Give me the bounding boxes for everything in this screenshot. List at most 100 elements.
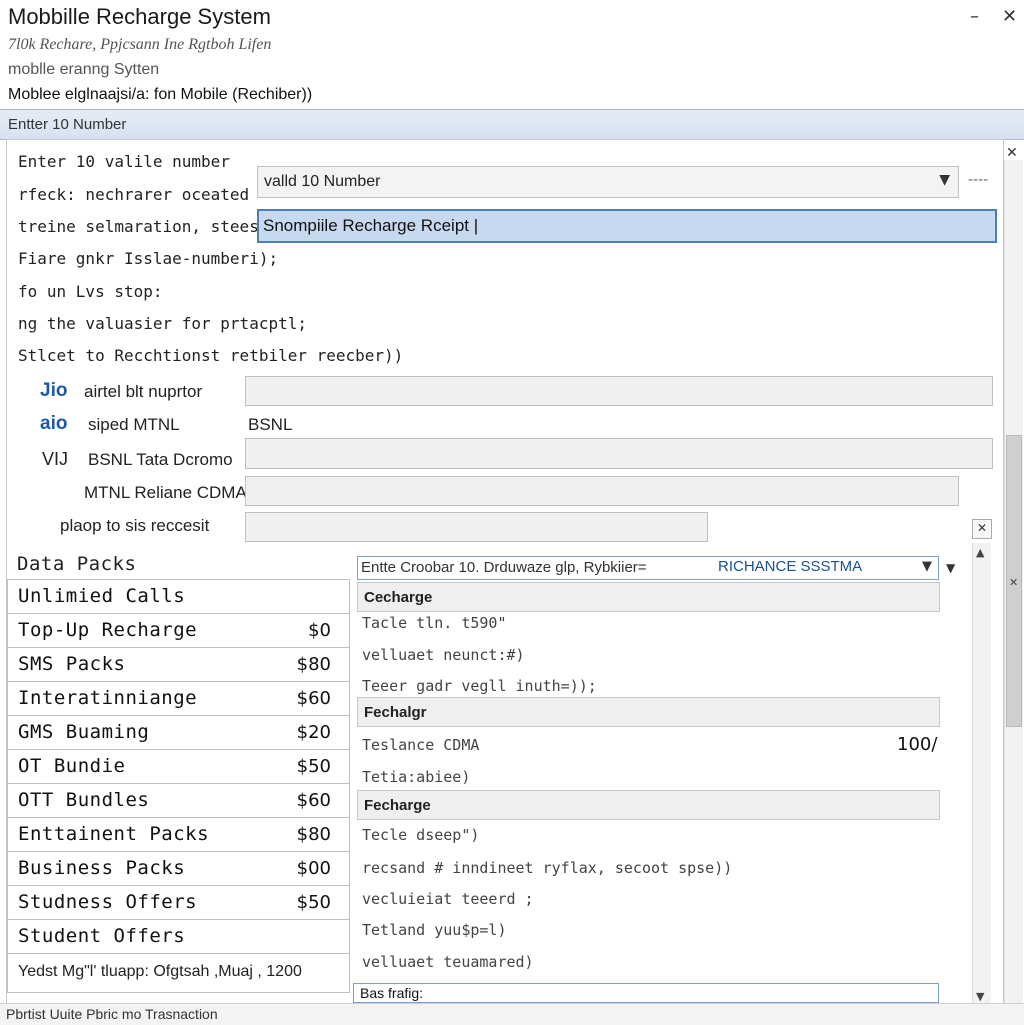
receipt-name-input[interactable]: Snompiile Recharge Rceipt | [257,209,997,243]
plan-name: Interatinniange [18,687,198,709]
header-line-2: moblle eranng Sytten [8,61,160,78]
receipt-bottom-label: Bas frafig: [360,985,424,1001]
plan-item[interactable]: OTT Bundles $60 [7,783,350,817]
receipt-section-title: Fechalgr [364,704,427,721]
receipt-line: Tetia:abiee) [362,768,471,786]
close-icon[interactable]: ✕ [1009,576,1018,589]
chevron-down-icon[interactable]: ▼ [946,561,955,575]
plan-footer-row: Yedst Mg"l' tluapp: Ofgtsah ,Muaj , 1200 [7,953,350,993]
receipt-name-value: Snompiile Recharge Rceipt | [263,216,479,235]
scroll-up-icon[interactable]: ▲ [976,546,984,559]
operator-label: MTNL Reliane CDMA [84,483,247,502]
receipt-search-field[interactable]: Entte Croobar 10. Drduwaze glp, Rybkiier… [357,556,939,580]
form-line: Enter 10 valile number [18,152,230,171]
receipt-line: vecluieiat teeerd ; [362,890,534,908]
plan-name: GMS Buaming [18,721,150,743]
plan-price: $60 [296,790,331,811]
operator-label: siped MTNL [88,415,180,434]
plan-price: $50 [296,892,331,913]
section-band: Entter 10 Number [0,109,1024,140]
plan-price: $60 [296,688,331,709]
receipt-search-accent: RICHANCE SSSTMA [718,558,863,575]
plan-price: $80 [296,654,331,675]
receipt-line: Teslance CDMA [362,736,480,754]
section-band-label: Entter 10 Number [8,116,127,133]
receipt-section-bar: Fecharge [357,790,940,820]
operator-brand-aio: aio [40,413,68,434]
plan-price: $00 [296,858,331,879]
receipt-section-title: Cecharge [364,589,433,606]
plan-item[interactable]: Unlimied Calls [7,579,350,613]
plans-heading: Data Packs [17,553,137,575]
operator-field[interactable] [245,476,959,506]
plan-item[interactable]: Student Offers [7,919,350,953]
form-line: rfeck: nechrarer oceated [18,185,250,204]
plan-item[interactable]: GMS Buaming $20 [7,715,350,749]
plan-name: Business Packs [18,857,186,879]
header-line-1: 7l0k Rechare, Ppjcsann Ine Rgtboh Lifen [8,36,272,53]
receipt-line: Tacle tln. t590" [362,614,507,632]
chevron-down-icon[interactable]: ▼ [922,559,932,574]
plan-item[interactable]: Business Packs $00 [7,851,350,885]
operator-field[interactable] [245,512,708,542]
plan-item[interactable]: Interatinniange $60 [7,681,350,715]
plan-price: $20 [296,722,331,743]
plan-footer: Yedst Mg"l' tluapp: Ofgtsah ,Muaj , 1200 [18,963,302,980]
scroll-down-icon[interactable]: ▼ [976,990,984,1003]
receipt-section-bar: Fechalgr [357,697,940,727]
plan-item[interactable]: Top-Up Recharge $0 [7,613,350,647]
receipt-line: velluaet neunct:#) [362,646,525,664]
plan-price: $50 [296,756,331,777]
receipt-line: recsand # inndineet ryflax, secoot spse)… [362,859,733,877]
form-line: ng the valuasier for prtacptl; [18,314,307,333]
plan-item[interactable]: OT Bundie $50 [7,749,350,783]
operator-label: airtel blt nuprtor [84,382,203,401]
plan-name: Studness Offers [18,891,198,913]
plan-name: Enttainent Packs [18,823,210,845]
chevron-down-icon[interactable]: ▼ [939,172,950,188]
plan-name: OTT Bundles [18,789,150,811]
window-title: Mobbille Recharge System [8,4,271,29]
form-line: Fiare gnkr Isslae-numberi); [18,249,279,268]
dash-separator: ---- [968,172,989,188]
plan-item[interactable]: Enttainent Packs $80 [7,817,350,851]
plan-name: Unlimied Calls [18,585,186,607]
receipt-line: Tetland yuu$p=l) [362,921,507,939]
receipt-bottom-field[interactable]: Bas frafig: [353,983,939,1003]
operator-label-bsnl: BSNL [248,415,293,434]
plan-name: Student Offers [18,925,186,947]
status-text: Pbrtist Uuite Pbric mo Trasnaction [6,1006,218,1022]
operator-brand-vij: VIJ [42,449,69,469]
receipt-amount: 100/ [897,734,938,755]
receipt-scrollbar[interactable] [972,543,991,1003]
plan-item[interactable]: SMS Packs $80 [7,647,350,681]
receipt-line: Teeer gadr vegll inuth=)); [362,677,597,695]
plan-price: $0 [308,620,331,641]
plan-name: Top-Up Recharge [18,619,198,641]
close-icon[interactable]: ✕ [972,519,992,539]
minimize-button[interactable]: – [970,6,979,27]
plan-item[interactable]: Studness Offers $50 [7,885,350,919]
receipt-section-title: Fecharge [364,797,431,814]
close-button[interactable]: ✕ [1002,6,1017,27]
receipt-line: velluaet teuamared) [362,953,534,971]
plan-price: $80 [296,824,331,845]
plan-name: SMS Packs [18,653,126,675]
plan-name: OT Bundie [18,755,126,777]
operator-field[interactable] [245,438,993,469]
number-dropdown[interactable]: valld 10 Number ▼ [257,166,959,198]
operator-brand-jio: Jio [40,380,68,401]
form-line: fo un Lvs stop: [18,282,163,301]
operator-label: plaop to sis reccesit [60,516,210,535]
operator-label: BSNL Tata Dcromo [88,450,233,469]
form-line: Stlcet to Recchtionst retbiler reecber)) [18,346,404,365]
panel-close-icon[interactable]: ✕ [1006,145,1018,161]
header-line-3: Moblee elglnaajsi/a: fon Mobile (Rechibe… [8,86,313,103]
number-dropdown-value: valld 10 Number [264,173,381,190]
status-bar: Pbrtist Uuite Pbric mo Trasnaction [0,1003,1024,1025]
operator-field[interactable] [245,376,993,406]
receipt-section-bar: Cecharge [357,582,940,612]
receipt-line: Tecle dseep") [362,826,480,844]
form-line: treine selmaration, steesl [18,217,269,236]
receipt-search-text: Entte Croobar 10. Drduwaze glp, Rybkiier… [361,559,647,576]
